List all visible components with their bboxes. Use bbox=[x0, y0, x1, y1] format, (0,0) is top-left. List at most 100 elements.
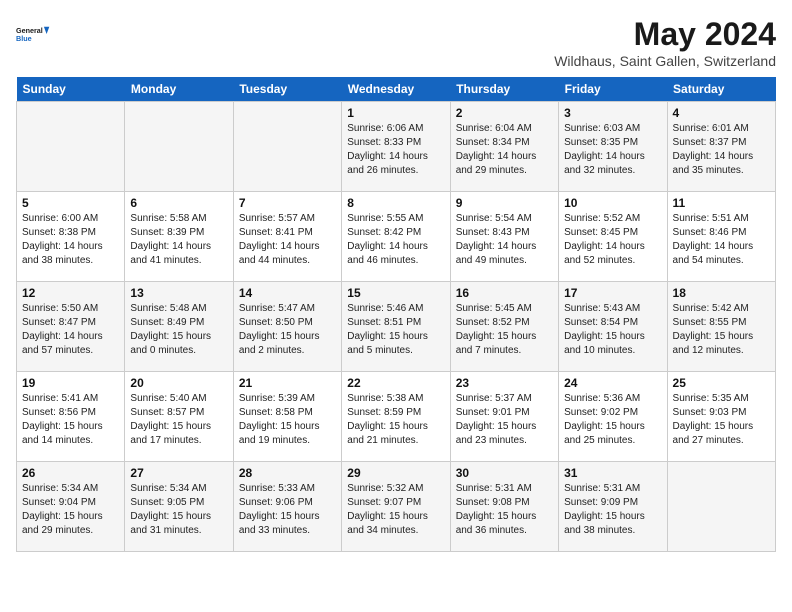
day-cell-26: 26Sunrise: 5:34 AMSunset: 9:04 PMDayligh… bbox=[17, 462, 125, 552]
day-number-1: 1 bbox=[347, 106, 444, 120]
location: Wildhaus, Saint Gallen, Switzerland bbox=[554, 53, 776, 69]
day-number-20: 20 bbox=[130, 376, 227, 390]
day-info-19: Sunrise: 5:41 AMSunset: 8:56 PMDaylight:… bbox=[22, 392, 119, 448]
day-number-29: 29 bbox=[347, 466, 444, 480]
calendar-body: 1 Sunrise: 6:06 AMSunset: 8:33 PMDaylight… bbox=[17, 102, 776, 552]
month-year: May 2024 bbox=[554, 16, 776, 53]
day-info-11: Sunrise: 5:51 AMSunset: 8:46 PMDaylight:… bbox=[673, 212, 770, 268]
day-info-18: Sunrise: 5:42 AMSunset: 8:55 PMDaylight:… bbox=[673, 302, 770, 358]
day-cell-10: 10 Sunrise: 5:52 AMSunset: 8:45 PMDayligh… bbox=[559, 192, 667, 282]
week-row-3: 12 Sunrise: 5:50 AMSunset: 8:47 PMDayligh… bbox=[17, 282, 776, 372]
day-cell-27: 27 Sunrise: 5:34 AMSunset: 9:05 PMDayligh… bbox=[125, 462, 233, 552]
day-cell-15: 15Sunrise: 5:46 AMSunset: 8:51 PMDayligh… bbox=[342, 282, 450, 372]
day-info-31: Sunrise: 5:31 AMSunset: 9:09 PMDaylight:… bbox=[564, 482, 661, 538]
day-cell-13: 13 Sunrise: 5:48 AMSunset: 8:49 PMDayligh… bbox=[125, 282, 233, 372]
weekday-sunday: Sunday bbox=[17, 77, 125, 102]
calendar-table: SundayMondayTuesdayWednesdayThursdayFrid… bbox=[16, 77, 776, 552]
day-number-21: 21 bbox=[239, 376, 336, 390]
day-cell-19: 19Sunrise: 5:41 AMSunset: 8:56 PMDayligh… bbox=[17, 372, 125, 462]
day-cell-9: 9 Sunrise: 5:54 AMSunset: 8:43 PMDaylight… bbox=[450, 192, 558, 282]
day-cell-11: 11Sunrise: 5:51 AMSunset: 8:46 PMDayligh… bbox=[667, 192, 775, 282]
day-cell-20: 20 Sunrise: 5:40 AMSunset: 8:57 PMDayligh… bbox=[125, 372, 233, 462]
day-info-12: Sunrise: 5:50 AMSunset: 8:47 PMDaylight:… bbox=[22, 302, 119, 358]
day-info-27: Sunrise: 5:34 AMSunset: 9:05 PMDaylight:… bbox=[130, 482, 227, 538]
day-info-9: Sunrise: 5:54 AMSunset: 8:43 PMDaylight:… bbox=[456, 212, 553, 268]
day-cell-8: 8 Sunrise: 5:55 AMSunset: 8:42 PMDaylight… bbox=[342, 192, 450, 282]
day-info-29: Sunrise: 5:32 AMSunset: 9:07 PMDaylight:… bbox=[347, 482, 444, 538]
day-number-9: 9 bbox=[456, 196, 553, 210]
week-row-1: 1 Sunrise: 6:06 AMSunset: 8:33 PMDaylight… bbox=[17, 102, 776, 192]
day-number-25: 25 bbox=[673, 376, 770, 390]
day-cell-6: 6 Sunrise: 5:58 AMSunset: 8:39 PMDaylight… bbox=[125, 192, 233, 282]
day-info-17: Sunrise: 5:43 AMSunset: 8:54 PMDaylight:… bbox=[564, 302, 661, 358]
day-number-8: 8 bbox=[347, 196, 444, 210]
day-cell-23: 23 Sunrise: 5:37 AMSunset: 9:01 PMDayligh… bbox=[450, 372, 558, 462]
day-info-4: Sunrise: 6:01 AMSunset: 8:37 PMDaylight:… bbox=[673, 122, 770, 178]
day-number-27: 27 bbox=[130, 466, 227, 480]
day-cell-16: 16 Sunrise: 5:45 AMSunset: 8:52 PMDayligh… bbox=[450, 282, 558, 372]
day-number-31: 31 bbox=[564, 466, 661, 480]
day-info-13: Sunrise: 5:48 AMSunset: 8:49 PMDaylight:… bbox=[130, 302, 227, 358]
day-number-13: 13 bbox=[130, 286, 227, 300]
day-info-25: Sunrise: 5:35 AMSunset: 9:03 PMDaylight:… bbox=[673, 392, 770, 448]
day-number-10: 10 bbox=[564, 196, 661, 210]
day-number-23: 23 bbox=[456, 376, 553, 390]
day-info-8: Sunrise: 5:55 AMSunset: 8:42 PMDaylight:… bbox=[347, 212, 444, 268]
day-info-24: Sunrise: 5:36 AMSunset: 9:02 PMDaylight:… bbox=[564, 392, 661, 448]
day-cell-31: 31 Sunrise: 5:31 AMSunset: 9:09 PMDayligh… bbox=[559, 462, 667, 552]
svg-text:Blue: Blue bbox=[16, 34, 32, 43]
day-number-16: 16 bbox=[456, 286, 553, 300]
day-info-20: Sunrise: 5:40 AMSunset: 8:57 PMDaylight:… bbox=[130, 392, 227, 448]
day-number-24: 24 bbox=[564, 376, 661, 390]
day-number-2: 2 bbox=[456, 106, 553, 120]
empty-cell bbox=[233, 102, 341, 192]
day-cell-29: 29 Sunrise: 5:32 AMSunset: 9:07 PMDayligh… bbox=[342, 462, 450, 552]
day-info-6: Sunrise: 5:58 AMSunset: 8:39 PMDaylight:… bbox=[130, 212, 227, 268]
day-info-3: Sunrise: 6:03 AMSunset: 8:35 PMDaylight:… bbox=[564, 122, 661, 178]
weekday-wednesday: Wednesday bbox=[342, 77, 450, 102]
day-number-6: 6 bbox=[130, 196, 227, 210]
day-cell-2: 2 Sunrise: 6:04 AMSunset: 8:34 PMDaylight… bbox=[450, 102, 558, 192]
day-cell-22: 22Sunrise: 5:38 AMSunset: 8:59 PMDayligh… bbox=[342, 372, 450, 462]
day-info-10: Sunrise: 5:52 AMSunset: 8:45 PMDaylight:… bbox=[564, 212, 661, 268]
day-number-30: 30 bbox=[456, 466, 553, 480]
week-row-2: 5 Sunrise: 6:00 AMSunset: 8:38 PMDaylight… bbox=[17, 192, 776, 282]
day-cell-1: 1 Sunrise: 6:06 AMSunset: 8:33 PMDaylight… bbox=[342, 102, 450, 192]
weekday-thursday: Thursday bbox=[450, 77, 558, 102]
logo: GeneralBlue bbox=[16, 16, 52, 52]
day-number-4: 4 bbox=[673, 106, 770, 120]
day-info-5: Sunrise: 6:00 AMSunset: 8:38 PMDaylight:… bbox=[22, 212, 119, 268]
page-header: GeneralBlue May 2024 Wildhaus, Saint Gal… bbox=[16, 16, 776, 69]
day-cell-28: 28 Sunrise: 5:33 AMSunset: 9:06 PMDayligh… bbox=[233, 462, 341, 552]
day-cell-4: 4 Sunrise: 6:01 AMSunset: 8:37 PMDaylight… bbox=[667, 102, 775, 192]
day-info-16: Sunrise: 5:45 AMSunset: 8:52 PMDaylight:… bbox=[456, 302, 553, 358]
day-number-7: 7 bbox=[239, 196, 336, 210]
day-info-15: Sunrise: 5:46 AMSunset: 8:51 PMDaylight:… bbox=[347, 302, 444, 358]
day-cell-21: 21 Sunrise: 5:39 AMSunset: 8:58 PMDayligh… bbox=[233, 372, 341, 462]
week-row-4: 19Sunrise: 5:41 AMSunset: 8:56 PMDayligh… bbox=[17, 372, 776, 462]
day-info-23: Sunrise: 5:37 AMSunset: 9:01 PMDaylight:… bbox=[456, 392, 553, 448]
day-cell-3: 3 Sunrise: 6:03 AMSunset: 8:35 PMDaylight… bbox=[559, 102, 667, 192]
day-number-14: 14 bbox=[239, 286, 336, 300]
day-info-2: Sunrise: 6:04 AMSunset: 8:34 PMDaylight:… bbox=[456, 122, 553, 178]
day-cell-25: 25 Sunrise: 5:35 AMSunset: 9:03 PMDayligh… bbox=[667, 372, 775, 462]
day-cell-18: 18Sunrise: 5:42 AMSunset: 8:55 PMDayligh… bbox=[667, 282, 775, 372]
day-info-21: Sunrise: 5:39 AMSunset: 8:58 PMDaylight:… bbox=[239, 392, 336, 448]
day-number-3: 3 bbox=[564, 106, 661, 120]
day-info-28: Sunrise: 5:33 AMSunset: 9:06 PMDaylight:… bbox=[239, 482, 336, 538]
day-info-1: Sunrise: 6:06 AMSunset: 8:33 PMDaylight:… bbox=[347, 122, 444, 178]
day-cell-12: 12 Sunrise: 5:50 AMSunset: 8:47 PMDayligh… bbox=[17, 282, 125, 372]
day-number-12: 12 bbox=[22, 286, 119, 300]
day-number-5: 5 bbox=[22, 196, 119, 210]
calendar-header: SundayMondayTuesdayWednesdayThursdayFrid… bbox=[17, 77, 776, 102]
day-cell-17: 17Sunrise: 5:43 AMSunset: 8:54 PMDayligh… bbox=[559, 282, 667, 372]
svg-text:General: General bbox=[16, 26, 43, 35]
weekday-saturday: Saturday bbox=[667, 77, 775, 102]
day-cell-14: 14Sunrise: 5:47 AMSunset: 8:50 PMDayligh… bbox=[233, 282, 341, 372]
day-cell-5: 5 Sunrise: 6:00 AMSunset: 8:38 PMDaylight… bbox=[17, 192, 125, 282]
day-number-28: 28 bbox=[239, 466, 336, 480]
day-info-22: Sunrise: 5:38 AMSunset: 8:59 PMDaylight:… bbox=[347, 392, 444, 448]
empty-cell bbox=[17, 102, 125, 192]
day-info-7: Sunrise: 5:57 AMSunset: 8:41 PMDaylight:… bbox=[239, 212, 336, 268]
day-cell-30: 30Sunrise: 5:31 AMSunset: 9:08 PMDayligh… bbox=[450, 462, 558, 552]
